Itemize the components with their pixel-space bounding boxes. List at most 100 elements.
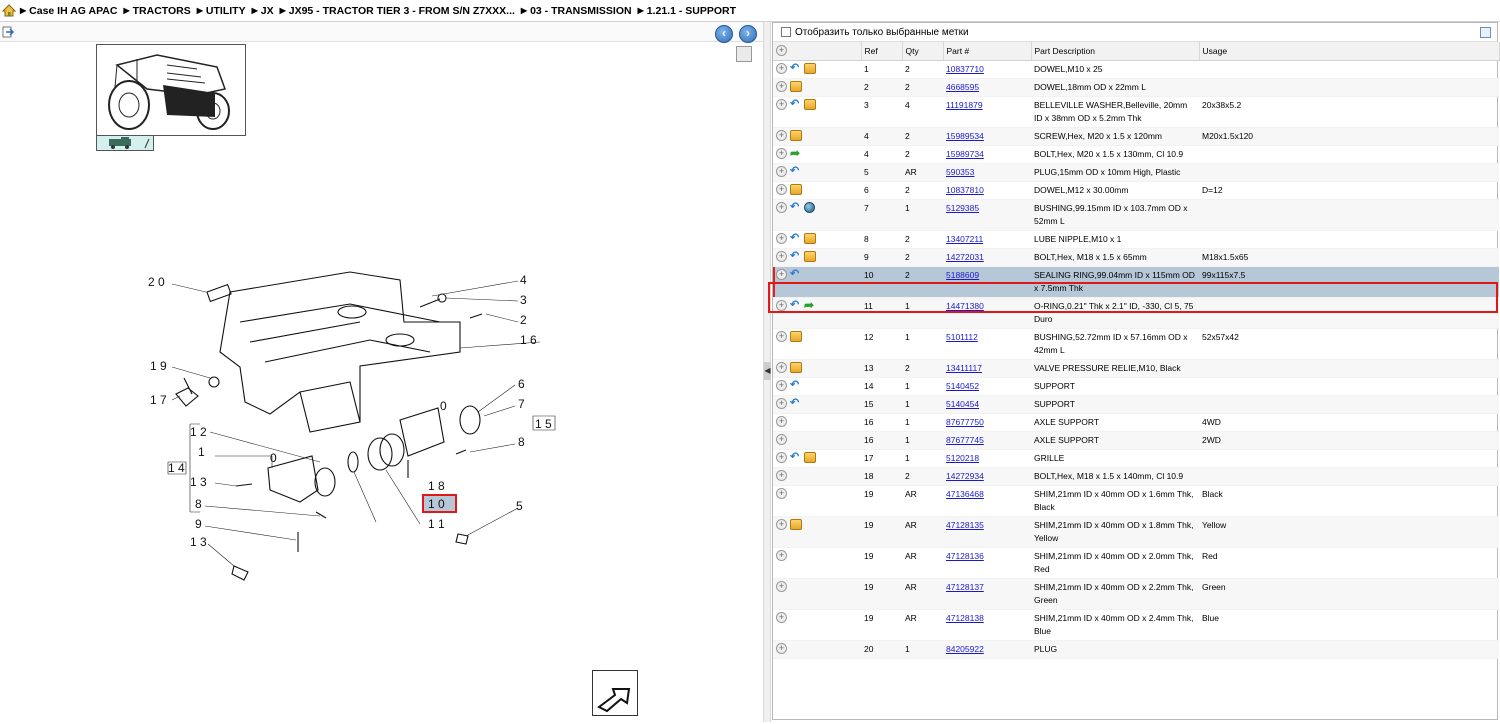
diagram-callout[interactable]: 1 1 <box>428 517 445 531</box>
package-icon[interactable] <box>790 361 802 373</box>
package-icon[interactable] <box>804 250 816 262</box>
package-icon[interactable] <box>790 183 802 195</box>
table-row[interactable]: +19 AR 47128137 SHIM,21mm ID x 40mm OD x 2.… <box>773 578 1499 610</box>
table-row[interactable]: +4 2 15989534 SCREW,Hex, M20 x 1.5 x 120mm M… <box>773 127 1499 146</box>
diagram-callout[interactable]: 1 7 <box>150 393 167 407</box>
diagram-callout[interactable]: 1 5 <box>535 417 552 431</box>
header-usage[interactable]: Usage <box>1199 42 1500 61</box>
part-number-link[interactable]: 5140454 <box>943 395 1031 414</box>
breadcrumb-item[interactable]: ▶ 03 - TRANSMISSION <box>521 5 632 17</box>
table-row[interactable]: +19 AR 47128138 SHIM,21mm ID x 40mm OD x 2.… <box>773 609 1499 641</box>
replacement-icon[interactable]: ↶ <box>790 250 801 262</box>
diagram-callout[interactable]: 2 <box>520 313 527 327</box>
diagram-callout[interactable]: 7 <box>518 397 525 411</box>
add-to-cart-icon[interactable]: + <box>776 183 787 195</box>
replacement-icon[interactable]: ↶ <box>790 397 801 409</box>
diagram-callout[interactable]: 3 <box>520 293 527 307</box>
table-row[interactable]: + ↶ 9 2 14272031 BOLT,Hex, M18 x 1.5 x 65mm M1… <box>773 248 1499 267</box>
package-icon[interactable] <box>790 330 802 342</box>
add-to-cart-icon[interactable]: + <box>776 62 787 74</box>
replacement-icon[interactable]: ↶ <box>790 165 801 177</box>
part-number-link[interactable]: 47128135 <box>943 516 1031 548</box>
globe-icon[interactable] <box>804 201 815 213</box>
table-row[interactable]: + ↶ 7 1 5129385 BUSHING,99.15mm ID x 103.7mm … <box>773 199 1499 231</box>
replacement-icon[interactable]: ↶ <box>790 451 801 463</box>
part-number-link[interactable]: 5101112 <box>943 328 1031 360</box>
part-number-link[interactable]: 13411117 <box>943 359 1031 378</box>
table-row[interactable]: + ↶ 3 4 11191879 BELLEVILLE WASHER,Belleville… <box>773 96 1499 128</box>
part-number-link[interactable]: 10837710 <box>943 60 1031 79</box>
part-number-link[interactable]: 14272031 <box>943 248 1031 267</box>
diagram-callout-selected[interactable]: 1 0 <box>428 497 445 511</box>
add-to-cart-icon[interactable]: + <box>776 98 787 110</box>
breadcrumb-label[interactable]: JX <box>261 5 274 17</box>
breadcrumb-label[interactable]: 03 - TRANSMISSION <box>530 5 632 17</box>
table-row[interactable]: + ↶ 5 AR 590353 PLUG,15mm OD x 10mm High, Pla… <box>773 163 1499 182</box>
breadcrumb-label[interactable]: JX95 - TRACTOR TIER 3 - FROM S/N Z7XXX..… <box>289 5 515 17</box>
add-to-cart-icon[interactable]: + <box>776 129 787 141</box>
part-number-link[interactable]: 47128137 <box>943 578 1031 610</box>
next-page-button[interactable] <box>592 670 638 716</box>
table-row[interactable]: + ↶ ➦ 11 1 14471380 O-RING,0.21" Thk x 2.1" ID… <box>773 297 1499 329</box>
add-to-cart-icon[interactable]: + <box>776 268 787 280</box>
part-number-link[interactable]: 47136468 <box>943 485 1031 517</box>
add-to-cart-icon[interactable]: + <box>776 299 787 311</box>
add-to-cart-icon[interactable]: + <box>776 469 787 481</box>
part-number-link[interactable]: 5120218 <box>943 449 1031 468</box>
diagram-callout[interactable]: 1 6 <box>520 333 537 347</box>
replacement-icon[interactable]: ↶ <box>790 379 801 391</box>
replacement-icon[interactable]: ↶ <box>790 268 801 280</box>
add-to-cart-icon[interactable]: + <box>776 433 787 445</box>
show-selected-checkbox[interactable] <box>781 27 791 37</box>
part-number-link[interactable]: 10837810 <box>943 181 1031 200</box>
header-part[interactable]: Part # <box>943 42 1032 61</box>
table-row[interactable]: +19 AR 47128136 SHIM,21mm ID x 40mm OD x 2.… <box>773 547 1499 579</box>
table-row[interactable]: + ↶ 8 2 13407211 LUBE NIPPLE,M10 x 1 <box>773 230 1499 249</box>
table-row[interactable]: +13 2 13411117 VALVE PRESSURE RELIE,M10, Bl… <box>773 359 1499 378</box>
breadcrumb-item[interactable]: ▶ Case IH AG APAC <box>20 5 117 17</box>
package-icon[interactable] <box>790 518 802 530</box>
package-icon[interactable] <box>804 98 816 110</box>
add-to-cart-icon[interactable]: + <box>776 201 787 213</box>
breadcrumb-item[interactable]: ▶ TRACTORS <box>123 5 190 17</box>
table-row[interactable]: +19 AR 47128135 SHIM,21mm ID x 40mm OD x 1.… <box>773 516 1499 548</box>
add-to-cart-icon[interactable]: + <box>776 361 787 373</box>
package-icon[interactable] <box>790 80 802 92</box>
part-number-link[interactable]: 15989534 <box>943 127 1031 146</box>
table-row[interactable]: +19 AR 47136468 SHIM,21mm ID x 40mm OD x 1.… <box>773 485 1499 517</box>
home-icon[interactable] <box>2 4 16 17</box>
table-row[interactable]: + ↶ 1 2 10837710 DOWEL,M10 x 25 <box>773 60 1499 79</box>
columns-icon[interactable] <box>1480 27 1491 38</box>
diagram-callout[interactable]: 0 <box>270 451 277 465</box>
add-to-cart-icon[interactable]: + <box>776 379 787 391</box>
package-icon[interactable] <box>790 129 802 141</box>
replacement-icon[interactable]: ↶ <box>790 98 801 110</box>
add-to-cart-icon[interactable]: + <box>776 642 787 654</box>
replacement-icon[interactable]: ↶ <box>790 62 801 74</box>
breadcrumb-item[interactable]: ▶ 1.21.1 - SUPPORT <box>638 5 736 17</box>
header-ref[interactable]: Ref <box>861 42 903 61</box>
add-to-cart-icon[interactable]: + <box>776 580 787 592</box>
package-icon[interactable] <box>804 62 816 74</box>
add-to-cart-icon[interactable]: + <box>776 415 787 427</box>
add-to-cart-icon[interactable]: + <box>776 397 787 409</box>
expand-all-icon[interactable]: + <box>776 45 787 57</box>
part-number-link[interactable]: 5188609 <box>943 266 1031 298</box>
table-row[interactable]: +16 1 87677750 AXLE SUPPORT 4WD <box>773 413 1499 432</box>
add-to-cart-icon[interactable]: + <box>776 518 787 530</box>
diagram-callout[interactable]: 1 3 <box>190 475 207 489</box>
substitute-arrow-icon[interactable]: ➦ <box>804 299 816 311</box>
table-row[interactable]: + ➦ 4 2 15989734 BOLT,Hex, M20 x 1.5 x 130mm,… <box>773 145 1499 164</box>
forward-button[interactable]: › <box>739 25 757 43</box>
part-number-link[interactable]: 5129385 <box>943 199 1031 231</box>
table-row[interactable]: +16 1 87677745 AXLE SUPPORT 2WD <box>773 431 1499 450</box>
add-to-cart-icon[interactable]: + <box>776 487 787 499</box>
table-row[interactable]: +6 2 10837810 DOWEL,M12 x 30.00mm D=12 <box>773 181 1499 200</box>
replacement-icon[interactable]: ↶ <box>790 232 801 244</box>
breadcrumb-label[interactable]: 1.21.1 - SUPPORT <box>647 5 736 17</box>
diagram-callout[interactable]: 5 <box>516 499 523 513</box>
table-row[interactable]: +2 2 4668595 DOWEL,18mm OD x 22mm L <box>773 78 1499 97</box>
add-to-cart-icon[interactable]: + <box>776 165 787 177</box>
part-number-link[interactable]: 87677745 <box>943 431 1031 450</box>
table-row[interactable]: + ↶ 10 2 5188609 SEALING RING,99.04mm ID x 11… <box>773 266 1499 298</box>
